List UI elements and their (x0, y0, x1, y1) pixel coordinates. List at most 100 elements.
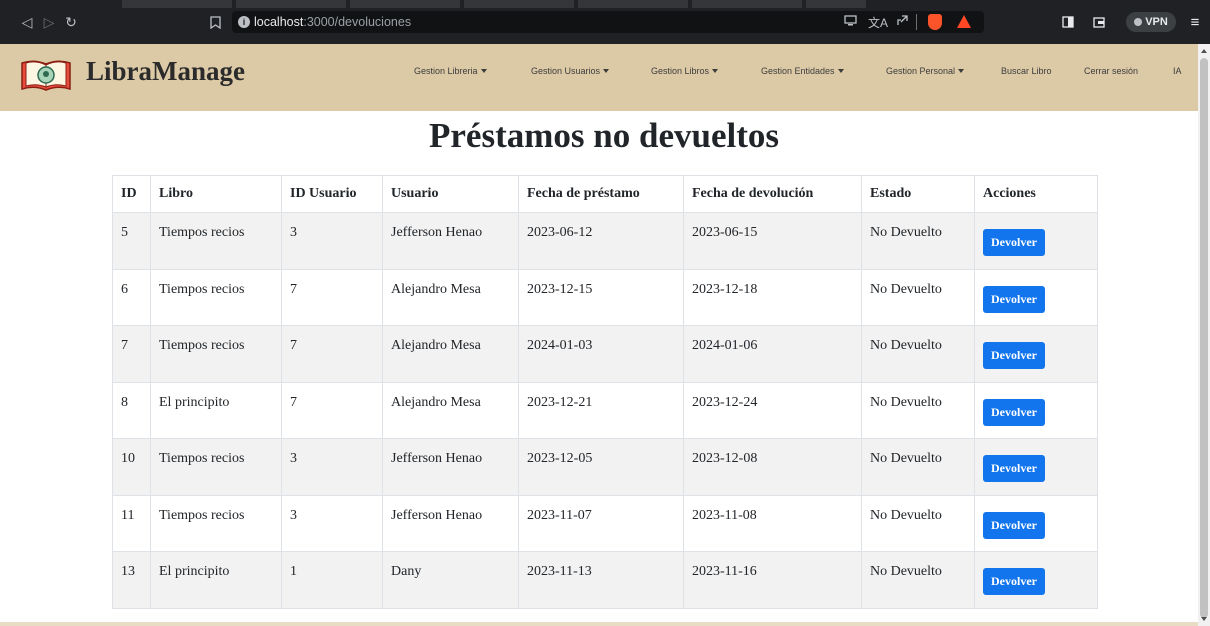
back-icon[interactable]: ◁ (18, 13, 36, 31)
cell-usuario: Alejandro Mesa (382, 268, 519, 326)
nav-label: IA (1173, 66, 1182, 76)
cell-fecha-devolucion: 2023-12-18 (683, 268, 862, 326)
forward-icon[interactable]: ▷ (40, 13, 58, 31)
share-icon[interactable] (896, 14, 909, 30)
cell-acciones: Devolver (974, 268, 1098, 326)
cell-fecha-prestamo: 2023-12-15 (518, 268, 684, 326)
browser-tab[interactable] (236, 0, 346, 8)
cell-acciones: Devolver (974, 438, 1098, 496)
menu-icon[interactable]: ≡ (1186, 13, 1204, 31)
cell-id: 10 (112, 438, 151, 496)
brave-shields-icon[interactable] (928, 14, 942, 30)
caret-down-icon (603, 69, 610, 73)
cell-fecha-devolucion: 2023-11-08 (683, 494, 862, 552)
caret-down-icon (712, 69, 719, 73)
cell-estado: No Devuelto (861, 381, 975, 439)
cell-usuario: Jefferson Henao (382, 438, 519, 496)
cell-libro: Tiempos recios (150, 494, 282, 552)
table-row: 6 Tiempos recios 7 Alejandro Mesa 2023-1… (112, 268, 1098, 326)
cell-fecha-prestamo: 2023-12-21 (518, 381, 684, 439)
reload-icon[interactable]: ↻ (62, 13, 80, 31)
cell-id-usuario: 3 (281, 212, 383, 270)
cell-id: 7 (112, 325, 151, 383)
table-row: 13 El principito 1 Dany 2023-11-13 2023-… (112, 551, 1098, 609)
cell-id: 13 (112, 551, 151, 609)
nav-label: Gestion Personal (886, 66, 956, 76)
table-row: 7 Tiempos recios 7 Alejandro Mesa 2024-0… (112, 325, 1098, 383)
devolver-button[interactable]: Devolver (983, 285, 1045, 313)
brave-rewards-icon[interactable] (957, 15, 971, 28)
cell-libro: Tiempos recios (150, 438, 282, 496)
devolver-button[interactable]: Devolver (983, 398, 1045, 426)
cell-libro: Tiempos recios (150, 212, 282, 270)
address-bar[interactable]: i localhost:3000/devoluciones 文A (232, 11, 984, 33)
cell-estado: No Devuelto (861, 268, 975, 326)
scroll-up-icon[interactable] (1201, 49, 1207, 53)
footer-bar (0, 622, 1198, 626)
divider (916, 14, 917, 30)
nav-label: Gestion Usuarios (531, 66, 601, 76)
cell-fecha-prestamo: 2024-01-03 (518, 325, 684, 383)
table-row: 5 Tiempos recios 3 Jefferson Henao 2023-… (112, 212, 1098, 270)
nav-gestion-personal[interactable]: Gestion Personal (886, 66, 965, 76)
cell-id-usuario: 7 (281, 381, 383, 439)
cell-estado: No Devuelto (861, 325, 975, 383)
cell-usuario: Alejandro Mesa (382, 325, 519, 383)
devolver-button[interactable]: Devolver (983, 342, 1045, 369)
cell-acciones: Devolver (974, 551, 1098, 609)
nav-gestion-usuarios[interactable]: Gestion Usuarios (531, 66, 610, 76)
wallet-icon[interactable] (1090, 13, 1108, 31)
nav-gestion-entidades[interactable]: Gestion Entidades (761, 66, 844, 76)
nav-label: Gestion Libreria (414, 66, 478, 76)
cell-fecha-prestamo: 2023-06-12 (518, 212, 684, 270)
tab-strip (0, 0, 1210, 8)
cell-acciones: Devolver (974, 325, 1098, 383)
cell-libro: Tiempos recios (150, 268, 282, 326)
table-row: 8 El principito 7 Alejandro Mesa 2023-12… (112, 381, 1098, 439)
cast-icon[interactable] (844, 14, 857, 29)
sidebar-toggle-icon[interactable] (1059, 13, 1077, 31)
translate-icon[interactable]: 文A (868, 14, 888, 31)
cell-id-usuario: 3 (281, 494, 383, 552)
cell-acciones: Devolver (974, 381, 1098, 439)
book-logo-icon[interactable] (20, 57, 72, 93)
cell-fecha-devolucion: 2023-11-16 (683, 551, 862, 609)
vpn-button[interactable]: VPN (1126, 12, 1176, 32)
site-info-icon[interactable]: i (238, 16, 250, 28)
cell-libro: Tiempos recios (150, 325, 282, 383)
browser-tab[interactable] (692, 0, 802, 8)
devolver-button[interactable]: Devolver (983, 511, 1045, 539)
column-header-libro: Libro (150, 175, 282, 213)
devolver-button[interactable]: Devolver (983, 568, 1045, 595)
nav-label: Gestion Entidades (761, 66, 835, 76)
cell-id: 11 (112, 494, 151, 552)
bookmark-icon[interactable] (206, 13, 224, 31)
browser-tab[interactable] (350, 0, 460, 8)
browser-tab[interactable] (806, 0, 866, 8)
cell-libro: El principito (150, 381, 282, 439)
vpn-status-icon (1134, 18, 1143, 26)
column-header-acciones: Acciones (974, 175, 1098, 213)
nav-gestion-libros[interactable]: Gestion Libros (651, 66, 719, 76)
nav-gestion-libreria[interactable]: Gestion Libreria (414, 66, 487, 76)
caret-down-icon (480, 69, 487, 73)
browser-tab[interactable] (464, 0, 574, 8)
loans-table: ID Libro ID Usuario Usuario Fecha de pré… (112, 175, 1098, 609)
cell-estado: No Devuelto (861, 551, 975, 609)
nav-buscar-libro[interactable]: Buscar Libro (1001, 66, 1052, 76)
browser-tab[interactable] (578, 0, 688, 8)
cell-fecha-prestamo: 2023-11-07 (518, 494, 684, 552)
devolver-button[interactable]: Devolver (983, 455, 1045, 482)
column-header-usuario: Usuario (382, 175, 519, 213)
cell-fecha-devolucion: 2023-12-24 (683, 381, 862, 439)
scroll-down-icon[interactable] (1201, 617, 1207, 621)
brand-title[interactable]: LibraManage (86, 56, 245, 87)
devolver-button[interactable]: Devolver (983, 229, 1045, 256)
cell-id-usuario: 3 (281, 438, 383, 496)
cell-usuario: Dany (382, 551, 519, 609)
nav-ia[interactable]: IA (1173, 66, 1182, 76)
cell-estado: No Devuelto (861, 438, 975, 496)
browser-tab[interactable] (122, 0, 232, 8)
nav-cerrar-sesion[interactable]: Cerrar sesión (1084, 66, 1138, 76)
cell-id: 5 (112, 212, 151, 270)
